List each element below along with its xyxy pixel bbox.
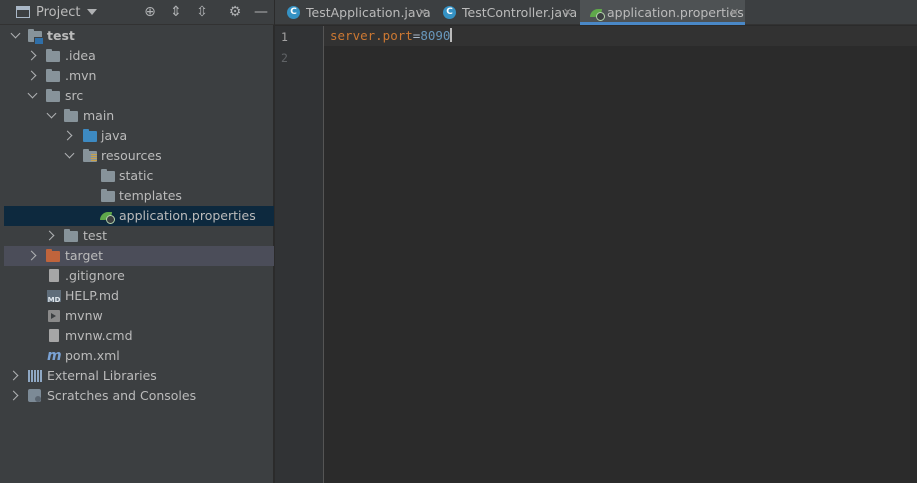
tree-item-src[interactable]: src: [0, 86, 274, 106]
tree-item-label: .gitignore: [65, 268, 125, 283]
locate-icon[interactable]: ⊕: [142, 4, 158, 20]
tree-item-java[interactable]: java: [0, 126, 274, 146]
tree-item-label: java: [101, 128, 128, 143]
shell-script-icon: [48, 310, 60, 322]
tree-item-label: main: [83, 108, 115, 123]
folder-icon: [46, 49, 60, 62]
tree-item-label: resources: [101, 148, 162, 163]
chevron-right-icon[interactable]: [8, 370, 19, 381]
close-icon[interactable]: ✕: [730, 0, 739, 25]
chevron-down-icon[interactable]: [27, 88, 38, 99]
tree-item-target[interactable]: target: [4, 246, 274, 266]
project-panel: Project ⊕ ⇕ ⇳ ⚙ — test .idea .mvn src ma…: [0, 0, 274, 483]
tree-item-application-properties[interactable]: application.properties: [4, 206, 274, 226]
folder-icon: [46, 89, 60, 102]
project-view-icon: [16, 6, 30, 18]
settings-icon[interactable]: ⚙: [227, 4, 243, 20]
tree-item-idea[interactable]: .idea: [0, 46, 274, 66]
tree-item-resources[interactable]: resources: [0, 146, 274, 166]
tree-item-label: target: [65, 248, 104, 263]
tree-item-main[interactable]: main: [0, 106, 274, 126]
line-number: 2: [281, 51, 288, 65]
code-line-1[interactable]: server.port=8090: [330, 28, 452, 43]
property-value: 8090: [420, 28, 451, 43]
markdown-file-icon: MD: [47, 290, 61, 302]
class-icon: C: [443, 6, 456, 19]
tree-item-help-md[interactable]: MD HELP.md: [0, 286, 274, 306]
tree-item-label: HELP.md: [65, 288, 119, 303]
libraries-icon: [28, 370, 42, 382]
tree-item-label: templates: [119, 188, 182, 203]
project-view-label[interactable]: Project: [36, 5, 80, 20]
module-folder-icon: [28, 29, 44, 45]
tree-item-label: src: [65, 88, 84, 103]
tree-item-test[interactable]: test: [0, 226, 274, 246]
tab-test-application[interactable]: C TestApplication.java ✕: [279, 0, 431, 25]
collapse-all-icon[interactable]: ⇳: [194, 4, 210, 20]
tree-item-static[interactable]: static: [0, 166, 274, 186]
tree-item-root[interactable]: test: [0, 26, 274, 46]
tree-item-label: mvnw.cmd: [65, 328, 133, 343]
chevron-right-icon[interactable]: [44, 230, 55, 241]
tree-item-external-libraries[interactable]: External Libraries: [0, 366, 274, 386]
tab-test-controller[interactable]: C TestController.java ✕: [435, 0, 578, 25]
tree-item-templates[interactable]: templates: [0, 186, 274, 206]
maven-icon: m: [47, 348, 62, 364]
chevron-right-icon[interactable]: [8, 390, 19, 401]
chevron-down-icon[interactable]: [46, 108, 57, 119]
text-cursor: [450, 28, 452, 42]
excluded-folder-icon: [46, 249, 60, 262]
chevron-down-icon[interactable]: [10, 28, 21, 39]
folder-icon: [46, 69, 60, 82]
tree-item-label: application.properties: [119, 208, 256, 223]
spring-properties-icon: [100, 212, 115, 224]
ignore-file-icon: [49, 269, 59, 282]
tab-label: TestApplication.java: [306, 5, 431, 20]
property-key: server.port: [330, 28, 413, 43]
tree-item-label: test: [83, 228, 108, 243]
source-folder-icon: [83, 129, 97, 142]
chevron-right-icon[interactable]: [26, 50, 37, 61]
expand-all-icon[interactable]: ⇕: [168, 4, 184, 20]
project-toolbar: Project ⊕ ⇕ ⇳ ⚙ —: [0, 0, 274, 25]
code-editor[interactable]: server.port=8090: [324, 26, 917, 483]
chevron-right-icon[interactable]: [62, 130, 73, 141]
tree-item-mvnw-cmd[interactable]: mvnw.cmd: [0, 326, 274, 346]
tree-item-label: External Libraries: [47, 368, 157, 383]
hide-icon[interactable]: —: [253, 4, 269, 20]
project-view-dropdown-icon[interactable]: [87, 9, 97, 15]
chevron-right-icon[interactable]: [26, 70, 37, 81]
tree-item-label: .idea: [65, 48, 96, 63]
tree-item-pom-xml[interactable]: m pom.xml: [0, 346, 274, 366]
chevron-right-icon[interactable]: [26, 250, 37, 261]
close-icon[interactable]: ✕: [563, 0, 572, 25]
scratches-icon: [28, 389, 41, 402]
tree-item-label: test: [47, 28, 75, 43]
tree-item-gitignore[interactable]: .gitignore: [0, 266, 274, 286]
tab-application-properties[interactable]: application.properties ✕: [580, 0, 745, 25]
line-number-gutter: 1 2: [275, 26, 324, 483]
resources-folder-icon: [83, 149, 97, 162]
chevron-down-icon[interactable]: [64, 148, 75, 159]
spring-properties-icon: [590, 9, 605, 21]
folder-icon: [101, 169, 115, 182]
tree-item-mvnw[interactable]: mvnw: [0, 306, 274, 326]
folder-icon: [64, 109, 78, 122]
line-number: 1: [281, 30, 288, 44]
tree-item-label: mvnw: [65, 308, 103, 323]
text-file-icon: [49, 329, 59, 342]
close-icon[interactable]: ✕: [418, 0, 427, 25]
tab-label: application.properties: [607, 5, 744, 20]
tab-label: TestController.java: [462, 5, 578, 20]
class-icon: C: [287, 6, 300, 19]
tree-item-label: static: [119, 168, 154, 183]
tree-item-label: pom.xml: [65, 348, 120, 363]
editor-tab-bar: C TestApplication.java ✕ C TestControlle…: [275, 0, 917, 25]
tree-item-scratches[interactable]: Scratches and Consoles: [0, 386, 274, 406]
tree-item-label: Scratches and Consoles: [47, 388, 197, 403]
tree-item-mvn[interactable]: .mvn: [0, 66, 274, 86]
tree-item-label: .mvn: [65, 68, 97, 83]
folder-icon: [101, 189, 115, 202]
folder-icon: [64, 229, 78, 242]
